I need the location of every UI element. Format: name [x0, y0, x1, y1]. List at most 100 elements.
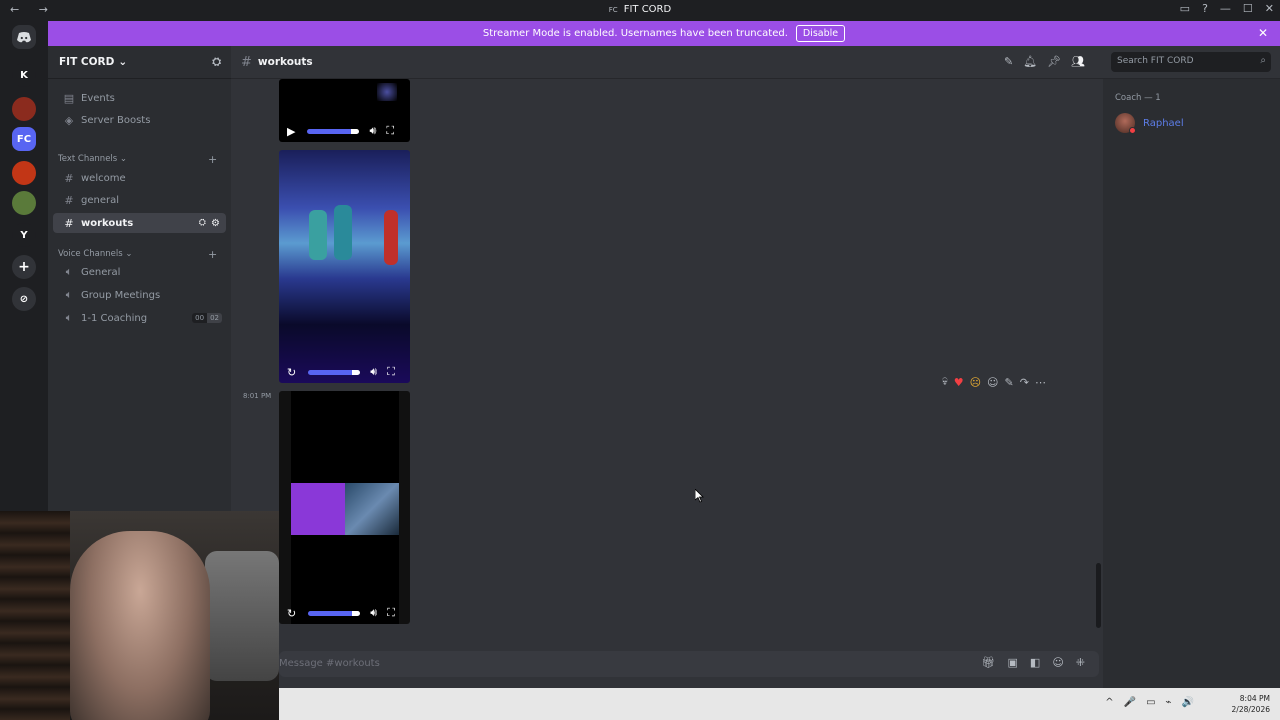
- add-member-icon[interactable]: ⛭: [212, 55, 221, 69]
- message-hover-toolbar: 💀︎ ♥ ☹ ☺ ✎ ↷ ⋯: [942, 373, 1046, 391]
- search-input[interactable]: Search FIT CORD ⌕: [1111, 52, 1271, 72]
- more-icon[interactable]: ⋯: [1035, 376, 1046, 389]
- invite-icon[interactable]: ⛭: [199, 218, 206, 228]
- maximize-button[interactable]: ☐: [1243, 2, 1253, 15]
- volume-bar[interactable]: [308, 610, 361, 616]
- fullscreen-icon[interactable]: ⛶: [387, 606, 395, 620]
- disable-button[interactable]: Disable: [795, 25, 846, 42]
- bell-icon[interactable]: 🔔︎: [1023, 55, 1037, 68]
- sidebar-item-events[interactable]: ▤ Events: [53, 88, 226, 108]
- banner-text: Streamer Mode is enabled. Usernames have…: [482, 28, 788, 39]
- server-icon-5[interactable]: [12, 191, 36, 215]
- replay-icon[interactable]: ↻: [287, 366, 296, 379]
- threads-icon[interactable]: ✎: [1004, 55, 1013, 68]
- message-timestamp: 8:01 PM: [243, 392, 272, 400]
- discover-icon[interactable]: ⊘: [12, 287, 36, 311]
- title-bar: ← → FC FIT CORD ▭ ? — ☐ ✕: [0, 0, 1280, 21]
- channel-welcome[interactable]: # welcome: [53, 168, 226, 188]
- microphone-icon[interactable]: 🎤: [1124, 697, 1136, 708]
- mouse-cursor-icon: [695, 489, 704, 503]
- add-server-icon[interactable]: +: [12, 255, 36, 279]
- video-controls: ▶ 🔊︎ ⛶: [279, 120, 410, 142]
- voice-channel-1-1-coaching[interactable]: 🔈︎ 1-1 Coaching 00 02: [53, 308, 226, 328]
- volume-bar[interactable]: [308, 369, 361, 375]
- hash-icon: #: [64, 216, 74, 230]
- network-icon[interactable]: ⌁: [1166, 697, 1172, 708]
- system-tray: ^ 🎤 ▭ ⌁ 🔊: [1105, 697, 1194, 708]
- volume-icon[interactable]: 🔊: [1182, 697, 1194, 708]
- channel-sidebar: FIT CORD ⌄ ⛭ ▤ Events ◈ Server Boosts Te…: [48, 46, 231, 511]
- cry-reaction-icon[interactable]: ☹: [970, 376, 981, 389]
- play-icon[interactable]: ▶: [287, 125, 295, 138]
- volume-bar[interactable]: [307, 128, 360, 134]
- chevron-down-icon: ⌄: [118, 56, 128, 68]
- inbox-icon[interactable]: ▭: [1180, 2, 1190, 15]
- title-badge: FC: [608, 6, 618, 14]
- replay-icon[interactable]: ↻: [287, 607, 296, 620]
- volume-icon[interactable]: 🔊︎: [370, 606, 377, 620]
- server-fc[interactable]: FC: [12, 127, 36, 151]
- hash-icon: #: [241, 54, 252, 70]
- fullscreen-icon[interactable]: ⛶: [387, 365, 395, 379]
- apps-icon[interactable]: ⁜: [1076, 656, 1085, 669]
- forward-message-icon[interactable]: ↷: [1020, 376, 1029, 389]
- taskbar: ^ 🎤 ▭ ⌁ 🔊 8:04 PM 2/28/2026: [279, 688, 1280, 720]
- heart-reaction-icon[interactable]: ♥: [954, 376, 964, 389]
- clock-time: 8:04 PM: [1239, 694, 1270, 703]
- video-attachment-1[interactable]: ▶ 🔊︎ ⛶: [279, 79, 410, 142]
- voice-channel-group-meetings[interactable]: 🔈︎ Group Meetings: [53, 285, 226, 305]
- voice-channel-general[interactable]: 🔈︎ General: [53, 262, 226, 282]
- edit-icon[interactable]: ✎: [1005, 376, 1014, 389]
- speaker-icon: 🔈︎: [65, 311, 73, 324]
- skull-reaction-icon[interactable]: 💀︎: [942, 375, 948, 389]
- scrollbar[interactable]: [1096, 563, 1101, 628]
- webcam-overlay: [0, 511, 279, 720]
- fullscreen-icon[interactable]: ⛶: [386, 124, 394, 138]
- display-icon[interactable]: ▭: [1146, 697, 1155, 708]
- server-y[interactable]: Y: [12, 223, 36, 247]
- member-category: Coach — 1: [1115, 93, 1161, 103]
- server-header[interactable]: FIT CORD ⌄ ⛭: [48, 46, 231, 79]
- tray-expand-icon[interactable]: ^: [1105, 697, 1113, 708]
- gear-icon[interactable]: ⚙: [211, 218, 220, 229]
- window-controls: ▭ ? — ☐ ✕: [1180, 2, 1274, 15]
- sidebar-item-server-boosts[interactable]: ◈ Server Boosts: [53, 110, 226, 130]
- gift-icon[interactable]: 🎁︎: [982, 656, 996, 669]
- help-icon[interactable]: ?: [1202, 2, 1208, 15]
- channel-workouts[interactable]: # workouts ⛭ ⚙: [53, 213, 226, 233]
- volume-icon[interactable]: 🔊︎: [369, 124, 376, 138]
- server-k[interactable]: K: [12, 63, 36, 87]
- clock[interactable]: 8:04 PM 2/28/2026: [1232, 693, 1270, 715]
- add-channel-icon[interactable]: +: [208, 153, 217, 166]
- server-rail: K FC Y + ⊘: [0, 21, 48, 511]
- text-channels-category[interactable]: Text Channels ⌄ +: [58, 153, 217, 166]
- volume-icon[interactable]: 🔊︎: [370, 365, 377, 379]
- server-icon-2[interactable]: [12, 97, 36, 121]
- hash-icon: #: [64, 193, 74, 207]
- add-reaction-icon[interactable]: ☺: [987, 376, 998, 389]
- channel-general[interactable]: # general: [53, 190, 226, 210]
- voice-channels-category[interactable]: Voice Channels ⌄ +: [58, 248, 217, 261]
- search-icon: ⌕: [1260, 55, 1266, 66]
- close-window-button[interactable]: ✕: [1265, 2, 1274, 15]
- close-icon[interactable]: ✕: [1258, 26, 1268, 40]
- speaker-icon: 🔈︎: [65, 265, 73, 278]
- member-item[interactable]: Raphael: [1115, 113, 1184, 134]
- server-icon-4[interactable]: [12, 161, 36, 185]
- video-attachment-2[interactable]: ↻ 🔊︎ ⛶: [279, 150, 410, 383]
- gif-icon[interactable]: ▣: [1008, 656, 1018, 669]
- channel-name: workouts: [257, 56, 313, 68]
- channel-header: # workouts ✎ 🔔︎ 📌︎ 👥︎ Search FIT CORD ⌕: [231, 46, 1280, 79]
- minimize-button[interactable]: —: [1220, 2, 1231, 15]
- member-list-icon[interactable]: 👥︎: [1071, 55, 1085, 68]
- hash-icon: #: [64, 171, 74, 185]
- discord-icon[interactable]: [12, 25, 36, 49]
- video-attachment-3[interactable]: ↻ 🔊︎ ⛶: [279, 391, 410, 624]
- pin-icon[interactable]: 📌︎: [1047, 55, 1061, 68]
- user-limit-badge: 00 02: [192, 313, 222, 323]
- add-voice-channel-icon[interactable]: +: [208, 248, 217, 261]
- emoji-icon[interactable]: ☺: [1052, 656, 1063, 669]
- sticker-icon[interactable]: ◧: [1030, 656, 1040, 669]
- message-input[interactable]: Message #workouts 🎁︎ ▣ ◧ ☺ ⁜: [279, 651, 1099, 677]
- boost-icon: ◈: [64, 113, 74, 127]
